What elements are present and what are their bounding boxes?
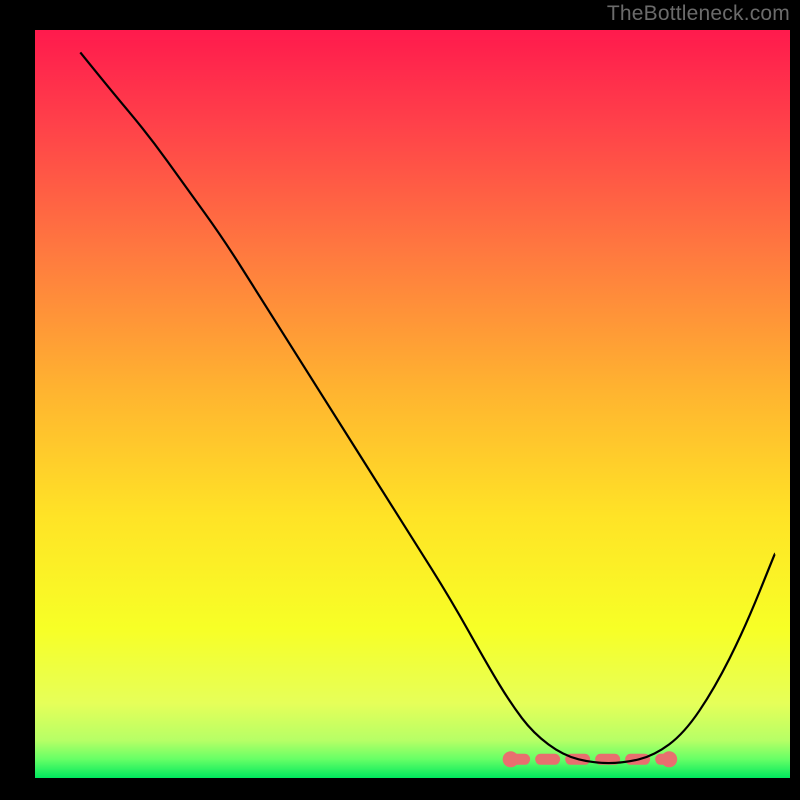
- watermark-label: TheBottleneck.com: [607, 2, 790, 26]
- gradient-panel: [35, 30, 790, 778]
- chart-svg: [0, 0, 800, 800]
- chart-stage: TheBottleneck.com: [0, 0, 800, 800]
